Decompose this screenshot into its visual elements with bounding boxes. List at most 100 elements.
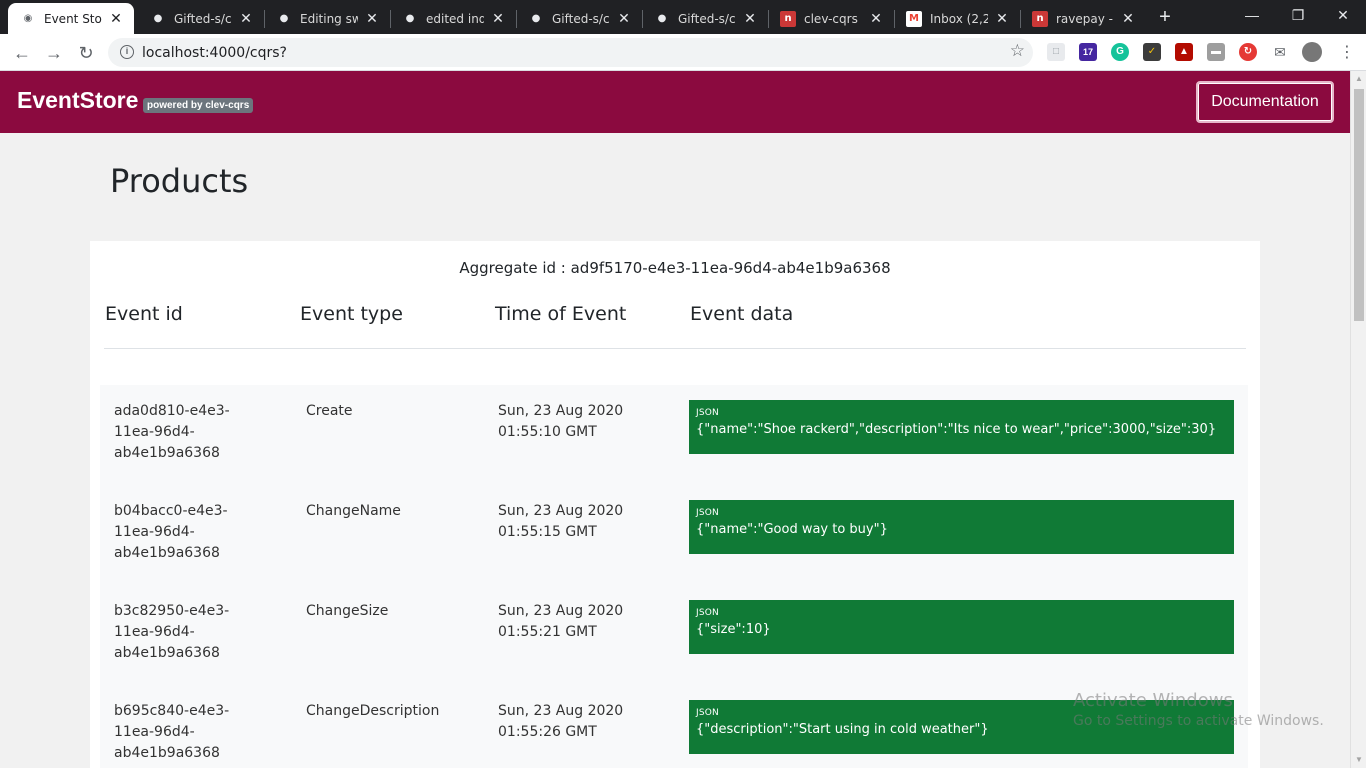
github-icon: ● [657, 13, 667, 24]
json-text: {"name":"Good way to buy"} [696, 522, 888, 537]
tab-separator [894, 10, 895, 28]
globe-icon: ◉ [23, 13, 33, 24]
reload-icon[interactable]: ↻ [73, 40, 99, 66]
checkmark-extension-icon[interactable]: ✓ [1143, 43, 1161, 61]
menu-kebab-icon[interactable]: ⋮ [1334, 40, 1360, 66]
browser-tab[interactable]: n clev-cqrs - n ✕ [768, 3, 894, 34]
github-icon: ● [531, 13, 541, 24]
info-icon[interactable]: i [120, 45, 134, 59]
table-row: b3c82950-e4e3-11ea-96d4-ab4e1b9a6368 Cha… [100, 585, 1248, 685]
back-arrow-icon[interactable]: ← [9, 40, 35, 66]
json-label: JSON [696, 608, 719, 618]
tab-strip: ◉ Event Store ✕ ● Gifted-s/cle ✕ ● Editing swa ✕… [0, 0, 1366, 34]
close-window-icon[interactable]: ✕ [1320, 0, 1366, 30]
browser-tab[interactable]: ● Gifted-s/cle ✕ [516, 3, 642, 34]
tab-separator [642, 10, 643, 28]
powered-by-badge: powered by clev-cqrs [143, 98, 254, 113]
event-data-json: JSON {"name":"Good way to buy"} [689, 500, 1234, 554]
tab-close-icon[interactable]: ✕ [108, 11, 124, 27]
tab-separator [1020, 10, 1021, 28]
scroll-up-icon[interactable]: ▲ [1351, 71, 1366, 87]
tab-close-icon[interactable]: ✕ [742, 11, 758, 27]
browser-tab[interactable]: M Inbox (2,27 ✕ [894, 3, 1020, 34]
event-data-json: JSON {"name":"Shoe rackerd","description… [689, 400, 1234, 454]
event-data-json: JSON {"size":10} [689, 600, 1234, 654]
tab-close-icon[interactable]: ✕ [1120, 11, 1136, 27]
tab-title: Editing swa [300, 11, 358, 26]
documentation-button[interactable]: Documentation [1196, 81, 1334, 123]
tab-close-icon[interactable]: ✕ [238, 11, 254, 27]
extension-badge-count: 17 [1082, 47, 1093, 57]
event-time: Sun, 23 Aug 2020 01:55:21 GMT [498, 603, 624, 640]
json-text: {"name":"Shoe rackerd","description":"It… [696, 422, 1217, 437]
tab-close-icon[interactable]: ✕ [994, 11, 1010, 27]
browser-tab[interactable]: ● Gifted-s/cle ✕ [138, 3, 264, 34]
extension-badge-icon[interactable]: 17 [1079, 43, 1097, 61]
browser-toolbar: ← → ↻ i localhost:4000/cqrs? ☆ □ 17 G ✓ … [0, 34, 1366, 71]
tab-close-icon[interactable]: ✕ [490, 11, 506, 27]
tab-close-icon[interactable]: ✕ [868, 11, 884, 27]
github-icon: ● [153, 13, 163, 24]
npm-icon: n [780, 10, 796, 27]
new-tab-button[interactable]: + [1154, 6, 1176, 28]
event-type: ChangeDescription [306, 703, 440, 719]
event-type: ChangeSize [306, 603, 389, 619]
card-extension-icon[interactable]: ▬ [1207, 43, 1225, 61]
browser-tab[interactable]: ◉ Event Store ✕ [8, 3, 134, 34]
browser-tab[interactable]: ● Gifted-s/cle ✕ [642, 3, 768, 34]
app-navbar: EventStore powered by clev-cqrs Document… [0, 71, 1350, 133]
address-bar[interactable]: i localhost:4000/cqrs? ☆ [108, 38, 1033, 67]
event-time: Sun, 23 Aug 2020 01:55:26 GMT [498, 703, 624, 740]
pdf-icon[interactable]: ▲ [1175, 43, 1193, 61]
minimize-icon[interactable]: — [1229, 0, 1275, 30]
event-id: ada0d810-e4e3-11ea-96d4-ab4e1b9a6368 [114, 403, 230, 461]
puzzle-icon[interactable]: ✉ [1271, 43, 1289, 61]
column-header-event-data: Event data [690, 303, 794, 325]
tab-title: Gifted-s/cle [174, 11, 232, 26]
tab-separator [768, 10, 769, 28]
watermark-line1: Activate Windows [1073, 690, 1233, 711]
browser-tab[interactable]: ● edited inde ✕ [390, 3, 516, 34]
tab-separator [264, 10, 265, 28]
windows-activation-watermark: Activate Windows Go to Settings to activ… [1073, 690, 1324, 729]
tab-close-icon[interactable]: ✕ [364, 11, 380, 27]
json-label: JSON [696, 508, 719, 518]
tab-title: Gifted-s/cle [678, 11, 736, 26]
gmail-icon: M [906, 10, 922, 27]
tab-separator [516, 10, 517, 28]
github-icon: ● [405, 13, 415, 24]
scroll-thumb[interactable] [1354, 89, 1364, 321]
table-row: b04bacc0-e4e3-11ea-96d4-ab4e1b9a6368 Cha… [100, 485, 1248, 585]
avatar[interactable] [1302, 42, 1322, 62]
watermark-line2: Go to Settings to activate Windows. [1073, 713, 1324, 729]
event-id: b04bacc0-e4e3-11ea-96d4-ab4e1b9a6368 [114, 503, 228, 561]
url-text[interactable]: localhost:4000/cqrs? [142, 45, 287, 61]
browser-tab[interactable]: n ravepay - n ✕ [1020, 3, 1146, 34]
event-type: ChangeName [306, 503, 401, 519]
tab-title: ravepay - n [1056, 11, 1114, 26]
npm-icon: n [1032, 10, 1048, 27]
scroll-down-icon[interactable]: ▼ [1351, 752, 1366, 768]
extension-icon[interactable]: □ [1047, 43, 1065, 61]
grammarly-icon[interactable]: G [1111, 43, 1129, 61]
github-icon: ● [279, 13, 289, 24]
brand-logo[interactable]: EventStore [17, 87, 138, 114]
browser-tab[interactable]: ● Editing swa ✕ [264, 3, 390, 34]
column-header-time: Time of Event [495, 303, 627, 325]
tab-title: clev-cqrs - n [804, 11, 862, 26]
event-time: Sun, 23 Aug 2020 01:55:15 GMT [498, 503, 624, 540]
column-header-event-type: Event type [300, 303, 403, 325]
page-scrollbar[interactable]: ▲ ▼ [1350, 71, 1366, 768]
page-title: Products [110, 162, 249, 200]
forward-arrow-icon[interactable]: → [41, 40, 67, 66]
sync-extension-icon[interactable]: ↻ [1239, 43, 1257, 61]
tab-title: Inbox (2,27 [930, 11, 988, 26]
event-type: Create [306, 403, 353, 419]
restore-icon[interactable]: ❐ [1275, 0, 1321, 30]
column-header-event-id: Event id [105, 303, 183, 325]
event-time: Sun, 23 Aug 2020 01:55:10 GMT [498, 403, 624, 440]
bookmark-star-icon[interactable]: ☆ [1010, 41, 1025, 61]
tab-close-icon[interactable]: ✕ [616, 11, 632, 27]
event-id: b695c840-e4e3-11ea-96d4-ab4e1b9a6368 [114, 703, 230, 761]
aggregate-id: Aggregate id : ad9f5170-e4e3-11ea-96d4-a… [459, 259, 891, 277]
